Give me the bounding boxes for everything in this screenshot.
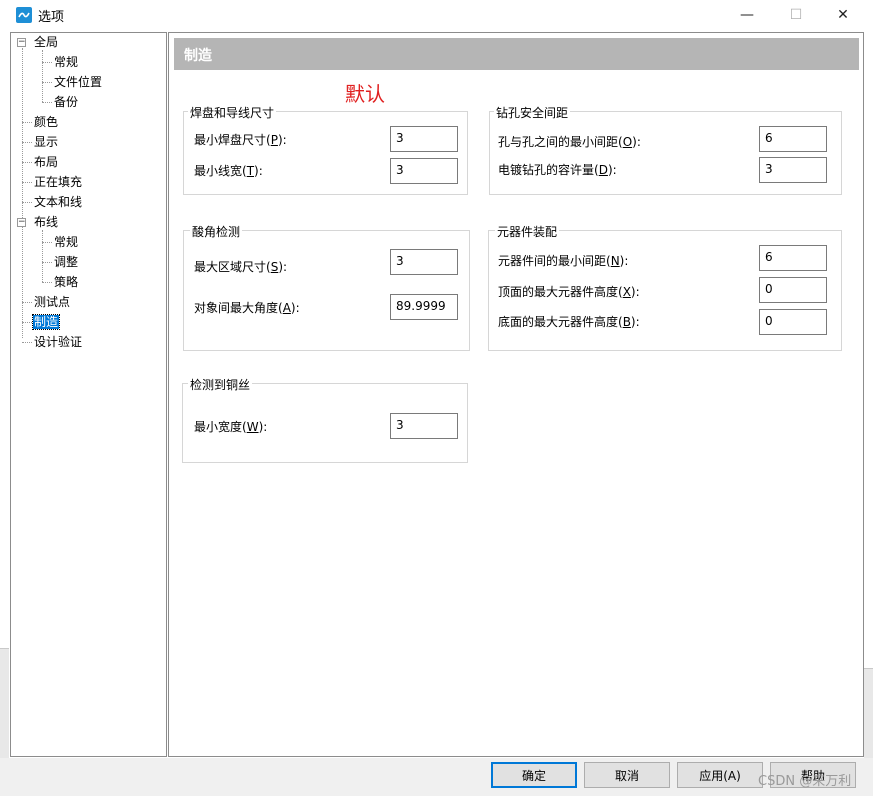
- cancel-button[interactable]: 取消: [584, 762, 670, 788]
- collapse-icon[interactable]: −: [17, 218, 26, 227]
- tree-item-label: 文件位置: [54, 75, 103, 89]
- tree-item-label: 设计验证: [34, 335, 83, 349]
- tree-line: [22, 322, 32, 323]
- min-trace-width-label: 最小线宽(T):: [194, 164, 263, 178]
- bottom-height-input[interactable]: 0: [759, 309, 827, 335]
- minimize-button[interactable]: —: [724, 0, 770, 30]
- close-button[interactable]: ✕: [820, 0, 866, 30]
- tree-line: [22, 342, 32, 343]
- app-icon: [16, 7, 32, 23]
- group-title: 检测到铜丝: [188, 376, 253, 393]
- window-title: 选项: [38, 10, 65, 25]
- max-angle-label: 对象间最大角度(A):: [194, 301, 300, 315]
- section-header: [174, 38, 859, 70]
- tree-line: [42, 82, 52, 83]
- group-title: 酸角检测: [190, 223, 243, 240]
- tree-item-label: 制造: [31, 314, 61, 330]
- background-window: [0, 648, 9, 758]
- tree-item-label: 常规: [54, 235, 79, 249]
- group-title: 钻孔安全间距: [494, 104, 571, 121]
- min-sliver-width-input[interactable]: 3: [390, 413, 458, 439]
- top-height-label: 顶面的最大元器件高度(X):: [498, 285, 640, 299]
- tree-line: [22, 48, 23, 338]
- max-area-input[interactable]: 3: [390, 249, 458, 275]
- tree-line: [42, 50, 43, 102]
- tree-item-strategy[interactable]: 策略: [53, 274, 79, 290]
- hole-to-hole-input[interactable]: 6: [759, 126, 827, 152]
- tree-line: [42, 230, 43, 282]
- min-pad-size-label: 最小焊盘尺寸(P):: [194, 133, 287, 147]
- tree-line: [42, 262, 52, 263]
- apply-button[interactable]: 应用(A): [677, 762, 763, 788]
- max-angle-input[interactable]: 89.9999: [390, 294, 458, 320]
- tree-item-routing-general[interactable]: 常规: [53, 234, 79, 250]
- tree-line: [42, 242, 52, 243]
- tree-item-label: 布局: [34, 155, 59, 169]
- tree-line: [42, 102, 52, 103]
- tree-line: [22, 122, 32, 123]
- group-title: 元器件装配: [495, 223, 560, 240]
- component-spacing-input[interactable]: 6: [759, 245, 827, 271]
- min-sliver-width-label: 最小宽度(W):: [194, 420, 268, 434]
- max-area-label: 最大区域尺寸(S):: [194, 260, 288, 274]
- tree-item-colors[interactable]: 颜色: [33, 114, 59, 130]
- tree-item-global-general[interactable]: 常规: [53, 54, 79, 70]
- maximize-button[interactable]: ☐: [773, 0, 819, 30]
- tree-item-label: 测试点: [34, 295, 71, 309]
- tree-item-label: 调整: [54, 255, 79, 269]
- tree-line: [22, 202, 32, 203]
- plated-tolerance-label: 电镀钻孔的容许量(D):: [498, 163, 617, 177]
- tree-item-label: 颜色: [34, 115, 59, 129]
- tree-item-label: 常规: [54, 55, 79, 69]
- tree-item-label: 全局: [34, 35, 59, 49]
- tree-item-global[interactable]: 全局: [33, 34, 59, 50]
- top-height-input[interactable]: 0: [759, 277, 827, 303]
- min-trace-width-input[interactable]: 3: [390, 158, 458, 184]
- background-window: [864, 668, 873, 758]
- bottom-height-label: 底面的最大元器件高度(B):: [498, 315, 640, 329]
- component-spacing-label: 元器件间的最小间距(N):: [498, 254, 629, 268]
- tree-item-fabrication[interactable]: 制造: [31, 314, 61, 330]
- watermark: CSDN @来万利: [758, 774, 852, 789]
- tree-item-backup[interactable]: 备份: [53, 94, 79, 110]
- tree-line: [42, 62, 52, 63]
- tree-item-test-points[interactable]: 测试点: [33, 294, 71, 310]
- tree-item-design-verification[interactable]: 设计验证: [33, 334, 83, 350]
- tree-item-display[interactable]: 显示: [33, 134, 59, 150]
- tree-line: [22, 162, 32, 163]
- tree-item-filling[interactable]: 正在填充: [33, 174, 83, 190]
- tree-item-label: 显示: [34, 135, 59, 149]
- tree-line: [22, 182, 32, 183]
- tree-item-routing[interactable]: 布线: [33, 214, 59, 230]
- tree-item-adjust[interactable]: 调整: [53, 254, 79, 270]
- group-title: 焊盘和导线尺寸: [188, 104, 277, 121]
- tree-item-label: 备份: [54, 95, 79, 109]
- min-pad-size-input[interactable]: 3: [390, 126, 458, 152]
- tree-line: [22, 142, 32, 143]
- plated-tolerance-input[interactable]: 3: [759, 157, 827, 183]
- tree-item-label: 策略: [54, 275, 79, 289]
- tree-line: [22, 302, 32, 303]
- tree-line: [42, 282, 52, 283]
- tree-item-text-lines[interactable]: 文本和线: [33, 194, 83, 210]
- collapse-icon[interactable]: −: [17, 38, 26, 47]
- tree-item-file-locations[interactable]: 文件位置: [53, 74, 103, 90]
- tree-item-label: 文本和线: [34, 195, 83, 209]
- tree-item-label: 正在填充: [34, 175, 83, 189]
- ok-button[interactable]: 确定: [491, 762, 577, 788]
- section-title: 制造: [184, 48, 212, 64]
- default-annotation: 默认: [345, 82, 385, 106]
- hole-to-hole-label: 孔与孔之间的最小间距(O):: [498, 135, 641, 149]
- tree-item-layout[interactable]: 布局: [33, 154, 59, 170]
- tree-item-label: 布线: [34, 215, 59, 229]
